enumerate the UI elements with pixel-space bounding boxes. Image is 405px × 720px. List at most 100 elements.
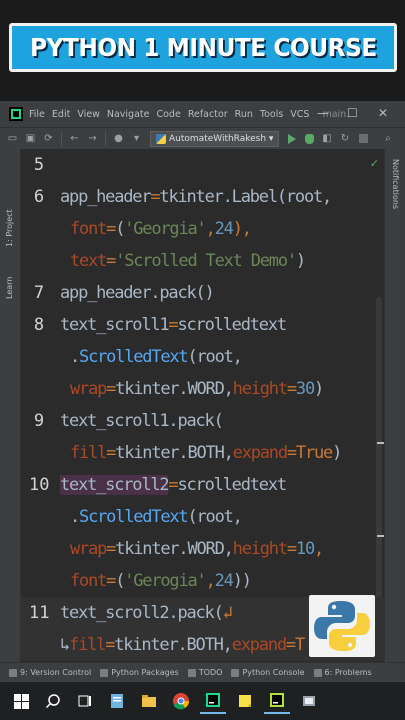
code-token: text [70,251,107,271]
snipping-tool-icon [303,696,315,706]
line-number: 11 [29,603,50,623]
code-line: font=('Georgia',24), [21,213,384,245]
chevron-down-icon[interactable]: ▾ [131,133,142,144]
code-token: = [285,635,296,655]
notepad-icon [111,694,123,708]
menu-code[interactable]: Code [156,109,180,120]
tab-python-console[interactable]: Python Console [231,668,305,677]
task-view-icon [78,695,91,707]
code-token: height [232,539,288,559]
back-arrow-icon[interactable]: ← [69,133,80,144]
code-token: 24 [214,571,234,591]
chrome-icon [173,693,190,710]
save-icon[interactable]: ▣ [25,133,36,144]
search-icon[interactable]: ⌕ [382,133,393,144]
code-token: text_scroll2 [60,475,170,495]
code-token: font [70,219,107,239]
menu-file[interactable]: File [29,109,45,120]
menu-view[interactable]: View [77,109,100,120]
tab-label: TODO [198,668,223,677]
open-folder-icon[interactable]: ▭ [7,133,18,144]
code-line: wrap=tkinter.WORD,height=10, [21,533,384,565]
code-token: ) [332,443,342,463]
code-text: font=('Georgia',24), [70,213,252,245]
run-configuration-select[interactable]: AutomateWithRakesh ▾ [150,130,280,147]
menu-refactor[interactable]: Refactor [188,109,228,120]
code-editor[interactable]: ✓ 5 6 app_header=tkinter.Label(root, fon… [21,149,384,662]
taskbar-app[interactable] [104,688,130,714]
code-token: scrolledtext [177,475,287,495]
code-line: wrap=tkinter.WORD,height=30) [21,373,384,405]
sync-icon[interactable]: ⟳ [43,133,54,144]
code-token: = [105,635,115,655]
tab-problems[interactable]: 6: Problems [313,668,372,677]
code-token: expand [232,443,288,463]
code-token: = [286,379,297,399]
debug-icon[interactable] [305,133,315,144]
code-token: True [295,443,333,463]
line-number: 9 [33,411,45,431]
menu-run[interactable]: Run [235,109,253,120]
code-token: app_header [60,187,152,207]
code-text: text_scroll2=scrolledtext [60,469,287,501]
tab-notifications[interactable]: Notifications [391,159,400,209]
code-token: T [294,635,305,655]
forward-arrow-icon[interactable]: → [87,133,98,144]
code-token: tkinter.BOTH, [114,635,233,655]
code-token: app_header.pack() [60,283,215,303]
code-token: = [106,443,116,463]
line-number: 5 [33,155,45,175]
user-icon[interactable]: ● [113,133,124,144]
start-button[interactable] [8,688,34,714]
code-line: text='Scrolled Text Demo') [21,245,384,277]
tab-project[interactable]: 1: Project [5,209,14,247]
tab-learn[interactable]: Learn [5,277,14,299]
code-token: , [205,219,216,239]
windows-taskbar [0,682,405,720]
taskbar-app-active[interactable] [200,688,226,714]
code-token: fill [70,443,107,463]
menu-edit[interactable]: Edit [52,109,70,120]
tab-version-control[interactable]: 9: Version Control [9,668,91,677]
line-number: 10 [29,475,50,495]
code-text: app_header=tkinter.Label(root, [60,181,332,213]
profile-icon[interactable]: ↻ [339,133,350,144]
code-text: fill=tkinter.BOTH,expand=True) [70,437,342,469]
code-text: text_scroll1=scrolledtext [60,309,287,341]
coverage-icon[interactable]: ◧ [321,133,332,144]
code-token: ScrolledText [79,507,189,527]
tab-todo[interactable]: TODO [187,668,223,677]
code-token: 30 [295,379,315,399]
banner-title: PYTHON 1 MINUTE COURSE [29,33,377,62]
main-toolbar: ▭ ▣ ⟳ ← → ● ▾ AutomateWithRakesh ▾ ◧ ↻ ⌕ [0,127,405,149]
close-button[interactable]: ✕ [378,106,388,120]
tab-python-packages[interactable]: Python Packages [100,668,179,677]
taskbar-app[interactable] [136,688,162,714]
minimize-button[interactable]: — [317,106,329,120]
run-icon[interactable] [288,133,297,144]
taskbar-app[interactable] [232,688,258,714]
stop-icon[interactable] [359,134,369,143]
code-line: 5 [21,149,384,181]
toolbar-divider [61,131,62,146]
code-token: ↲ [222,603,233,623]
code-line: 10 text_scroll2=scrolledtext [21,469,384,501]
code-token: . [70,347,80,367]
taskbar-app[interactable] [168,688,194,714]
code-token: text_scroll2.pack( [60,603,224,623]
code-token: wrap [70,539,107,559]
menu-tools[interactable]: Tools [260,109,283,120]
menu-vcs[interactable]: VCS [290,109,309,120]
code-token: height [232,379,288,399]
search-button[interactable] [40,688,66,714]
menu-navigate[interactable]: Navigate [107,109,150,120]
problems-icon [313,668,322,677]
task-view-button[interactable] [72,688,98,714]
windows-logo-icon [13,693,29,709]
menu-bar: File Edit View Navigate Code Refactor Ru… [0,101,405,127]
maximize-button[interactable]: ☐ [347,106,358,120]
sticky-notes-icon [239,695,251,707]
code-token: 10 [295,539,315,559]
taskbar-app[interactable] [296,688,322,714]
taskbar-app-active[interactable] [264,688,290,714]
